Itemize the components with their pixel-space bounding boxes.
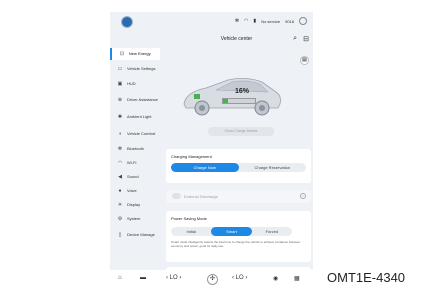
speaker-icon: ◀ bbox=[118, 174, 122, 180]
sidebar-item-label: Voice bbox=[127, 188, 137, 193]
title-bar: Vehicle center ⌕ ⊟ bbox=[160, 33, 313, 47]
light-icon: ✺ bbox=[117, 113, 123, 120]
car-icon: ▭ bbox=[117, 65, 123, 72]
sidebar-item-sound[interactable]: ◀ Sound bbox=[110, 170, 160, 184]
tablet-screen: ✻ ◠ ▮ No service 9018 Vehicle center ⌕ ⊟… bbox=[110, 12, 313, 289]
battery-level-bar bbox=[222, 98, 256, 104]
steering-icon: ⊕ bbox=[117, 96, 123, 103]
sidebar-item-label: Wi-Fi bbox=[127, 160, 137, 165]
right-temp-control[interactable]: ‹ LO › bbox=[232, 275, 247, 281]
right-temp-value: LO bbox=[235, 275, 244, 281]
sidebar-item-voice[interactable]: ● Voice bbox=[110, 184, 160, 198]
battery-level-fill bbox=[223, 99, 229, 103]
home-icon[interactable]: ⌂ bbox=[118, 275, 122, 281]
mode-forced-option[interactable]: Forced bbox=[252, 227, 292, 236]
discharge-toggle[interactable] bbox=[172, 193, 181, 199]
network-status: No service bbox=[261, 18, 281, 24]
discharge-label: External Discharge bbox=[184, 194, 218, 199]
sidebar-item-label: Display bbox=[127, 202, 141, 207]
sidebar-item-driver-assistance[interactable]: ⊕ Driver Assistance bbox=[110, 91, 160, 108]
charge-reservation-option[interactable]: Charge Reservation bbox=[239, 163, 307, 172]
wifi-icon: ◠ bbox=[244, 18, 249, 24]
sidebar-item-label: Driver Assistance bbox=[127, 96, 158, 102]
fan-icon[interactable]: ✣ bbox=[207, 274, 218, 285]
left-temp-value: LO bbox=[169, 275, 178, 281]
bluetooth-icon: ✻ bbox=[117, 146, 123, 152]
power-saving-card: Power Saving Mode Initial Smart Forced S… bbox=[166, 211, 311, 262]
search-icon[interactable]: ⌕ bbox=[293, 35, 297, 43]
microphone-icon: ● bbox=[118, 188, 122, 194]
apps-icon[interactable]: ▦ bbox=[294, 275, 300, 282]
hud-icon: ▣ bbox=[117, 81, 123, 87]
charge-now-option[interactable]: Charge Now bbox=[171, 163, 239, 172]
sun-icon: ☀ bbox=[117, 202, 123, 208]
sidebar-item-bluetooth[interactable]: ✻ Bluetooth bbox=[110, 142, 160, 156]
battery-details-icon[interactable]: ▤ bbox=[300, 56, 309, 65]
mode-smart-option[interactable]: Smart bbox=[211, 227, 252, 236]
steering-icon[interactable]: ◉ bbox=[273, 275, 278, 282]
sidebar-item-label: Device Manage bbox=[127, 231, 155, 237]
bottom-dock: ⌂ ▬ ‹ LO › ✣ ‹ LO › ◉ ▦ bbox=[110, 270, 313, 289]
user-avatar-icon[interactable] bbox=[299, 17, 307, 25]
sidebar-item-vehicle-comfort[interactable]: ◖ Vehicle Comfort bbox=[110, 125, 160, 142]
sidebar-item-label: Sound bbox=[127, 174, 139, 179]
main-content: ▤ 16% Show Charge Details Charging Manag… bbox=[162, 48, 313, 277]
charging-title: Charging Management bbox=[171, 154, 212, 159]
device-icon: ▯ bbox=[118, 231, 122, 238]
car-icon[interactable]: ▬ bbox=[140, 275, 146, 281]
sidebar-item-ambient-light[interactable]: ✺ Ambient Light bbox=[110, 108, 160, 125]
status-indicators: ✻ ◠ ▮ No service 9018 bbox=[235, 17, 307, 25]
power-mode-segmented-control: Initial Smart Forced bbox=[171, 227, 292, 236]
signal-icon: ▮ bbox=[253, 18, 257, 24]
sidebar-item-device-manage[interactable]: ▯ Device Manage bbox=[110, 226, 160, 243]
gear-icon: ⚙ bbox=[117, 216, 123, 222]
sidebar-item-vehicle-settings[interactable]: ▭ Vehicle Settings bbox=[110, 60, 160, 77]
seat-icon: ◖ bbox=[118, 130, 122, 137]
sidebar-item-display[interactable]: ☀ Display bbox=[110, 198, 160, 212]
sidebar-item-wi-fi[interactable]: ◠ Wi-Fi bbox=[110, 156, 160, 170]
menu-icon[interactable]: ⊟ bbox=[303, 35, 309, 43]
sidebar-item-system[interactable]: ⚙ System bbox=[110, 212, 160, 226]
info-icon[interactable]: ! bbox=[300, 193, 306, 199]
charge-percent: 16% bbox=[235, 88, 250, 95]
sidebar-item-hud[interactable]: ▣ HUD bbox=[110, 77, 160, 91]
sidebar: ⊡ New Energy ▭ Vehicle Settings ▣ HUD ⊕ Driver … bbox=[110, 48, 160, 270]
sidebar-item-label: HUD bbox=[127, 81, 136, 86]
mode-initial-option[interactable]: Initial bbox=[171, 227, 211, 236]
sidebar-item-label: New Energy bbox=[128, 51, 151, 56]
left-temp-control[interactable]: ‹ LO › bbox=[166, 275, 181, 281]
charging-segmented-control: Charge Now Charge Reservation bbox=[171, 163, 306, 172]
sidebar-item-label: Bluetooth bbox=[127, 146, 144, 151]
charging-management-card: Charging Management Charge Now Charge Re… bbox=[166, 149, 311, 183]
wifi-icon: ◠ bbox=[117, 160, 123, 166]
status-bar: ✻ ◠ ▮ No service 9018 bbox=[110, 12, 313, 30]
external-discharge-row: External Discharge ! bbox=[166, 190, 311, 203]
car-illustration bbox=[183, 78, 281, 116]
caption-label: OMT1E-4340 bbox=[327, 270, 406, 285]
power-mode-description: Smart mode intelligently selects the bes… bbox=[171, 240, 301, 248]
app-logo[interactable] bbox=[121, 16, 133, 28]
sidebar-item-label: Vehicle Settings bbox=[127, 65, 156, 71]
sidebar-item-new-energy[interactable]: ⊡ New Energy bbox=[110, 48, 160, 60]
bluetooth-icon: ✻ bbox=[234, 18, 240, 24]
clock: 9018 bbox=[285, 18, 294, 24]
energy-icon: ⊡ bbox=[119, 51, 125, 57]
sidebar-item-label: Ambient Light bbox=[127, 113, 152, 119]
page-title: Vehicle center bbox=[220, 36, 253, 42]
sidebar-item-label: Vehicle Comfort bbox=[127, 130, 156, 136]
power-saving-title: Power Saving Mode bbox=[171, 216, 207, 221]
sidebar-item-label: System bbox=[127, 216, 141, 221]
charge-details-button[interactable]: Show Charge Details bbox=[208, 127, 274, 136]
